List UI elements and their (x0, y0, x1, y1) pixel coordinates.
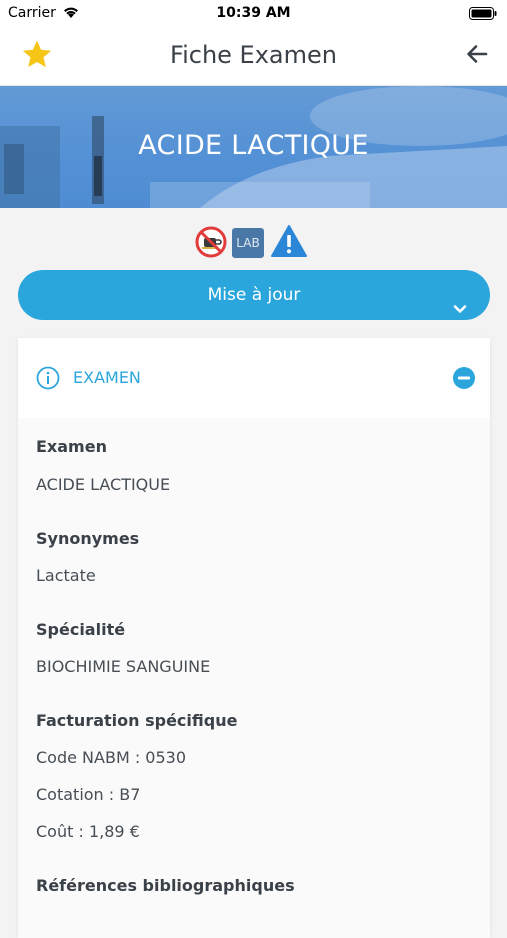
exam-section-card: EXAMEN Examen ACIDE LACTIQUE Synonymes L… (18, 338, 490, 938)
no-food-icon (195, 226, 227, 262)
battery-icon (469, 7, 497, 24)
lab-badge: LAB (232, 228, 264, 258)
specialite-label: Spécialité (36, 620, 126, 639)
section-header-label: EXAMEN (73, 368, 141, 387)
cout-value: Coût : 1,89 € (36, 822, 140, 841)
warning-icon (270, 224, 308, 262)
exam-title-banner: ACIDE LACTIQUE (138, 130, 369, 161)
update-dropdown-button[interactable]: Mise à jour (18, 270, 490, 320)
references-label: Références bibliographiques (36, 876, 295, 895)
cotation-value: Cotation : B7 (36, 785, 141, 804)
nav-bar: Fiche Examen (0, 28, 507, 86)
synonymes-label: Synonymes (36, 529, 140, 548)
hero-banner: ACIDE LACTIQUE (0, 86, 507, 208)
section-header[interactable]: EXAMEN (18, 338, 490, 418)
examen-value: ACIDE LACTIQUE (36, 475, 171, 494)
code-nabm-value: Code NABM : 0530 (36, 748, 187, 767)
specialite-value: BIOCHIMIE SANGUINE (36, 657, 211, 676)
info-icon (36, 366, 60, 394)
synonymes-value: Lactate (36, 566, 96, 585)
status-bar: Carrier 10:39 AM (0, 0, 507, 28)
update-button-label: Mise à jour (207, 285, 301, 305)
badge-row: LAB (0, 222, 507, 262)
facturation-label: Facturation spécifique (36, 711, 238, 730)
status-time: 10:39 AM (216, 5, 291, 21)
chevron-down-icon (452, 287, 468, 337)
back-arrow-icon[interactable] (465, 42, 489, 70)
minus-circle-icon[interactable] (452, 366, 476, 394)
page-title: Fiche Examen (170, 41, 337, 69)
examen-label: Examen (36, 437, 107, 456)
